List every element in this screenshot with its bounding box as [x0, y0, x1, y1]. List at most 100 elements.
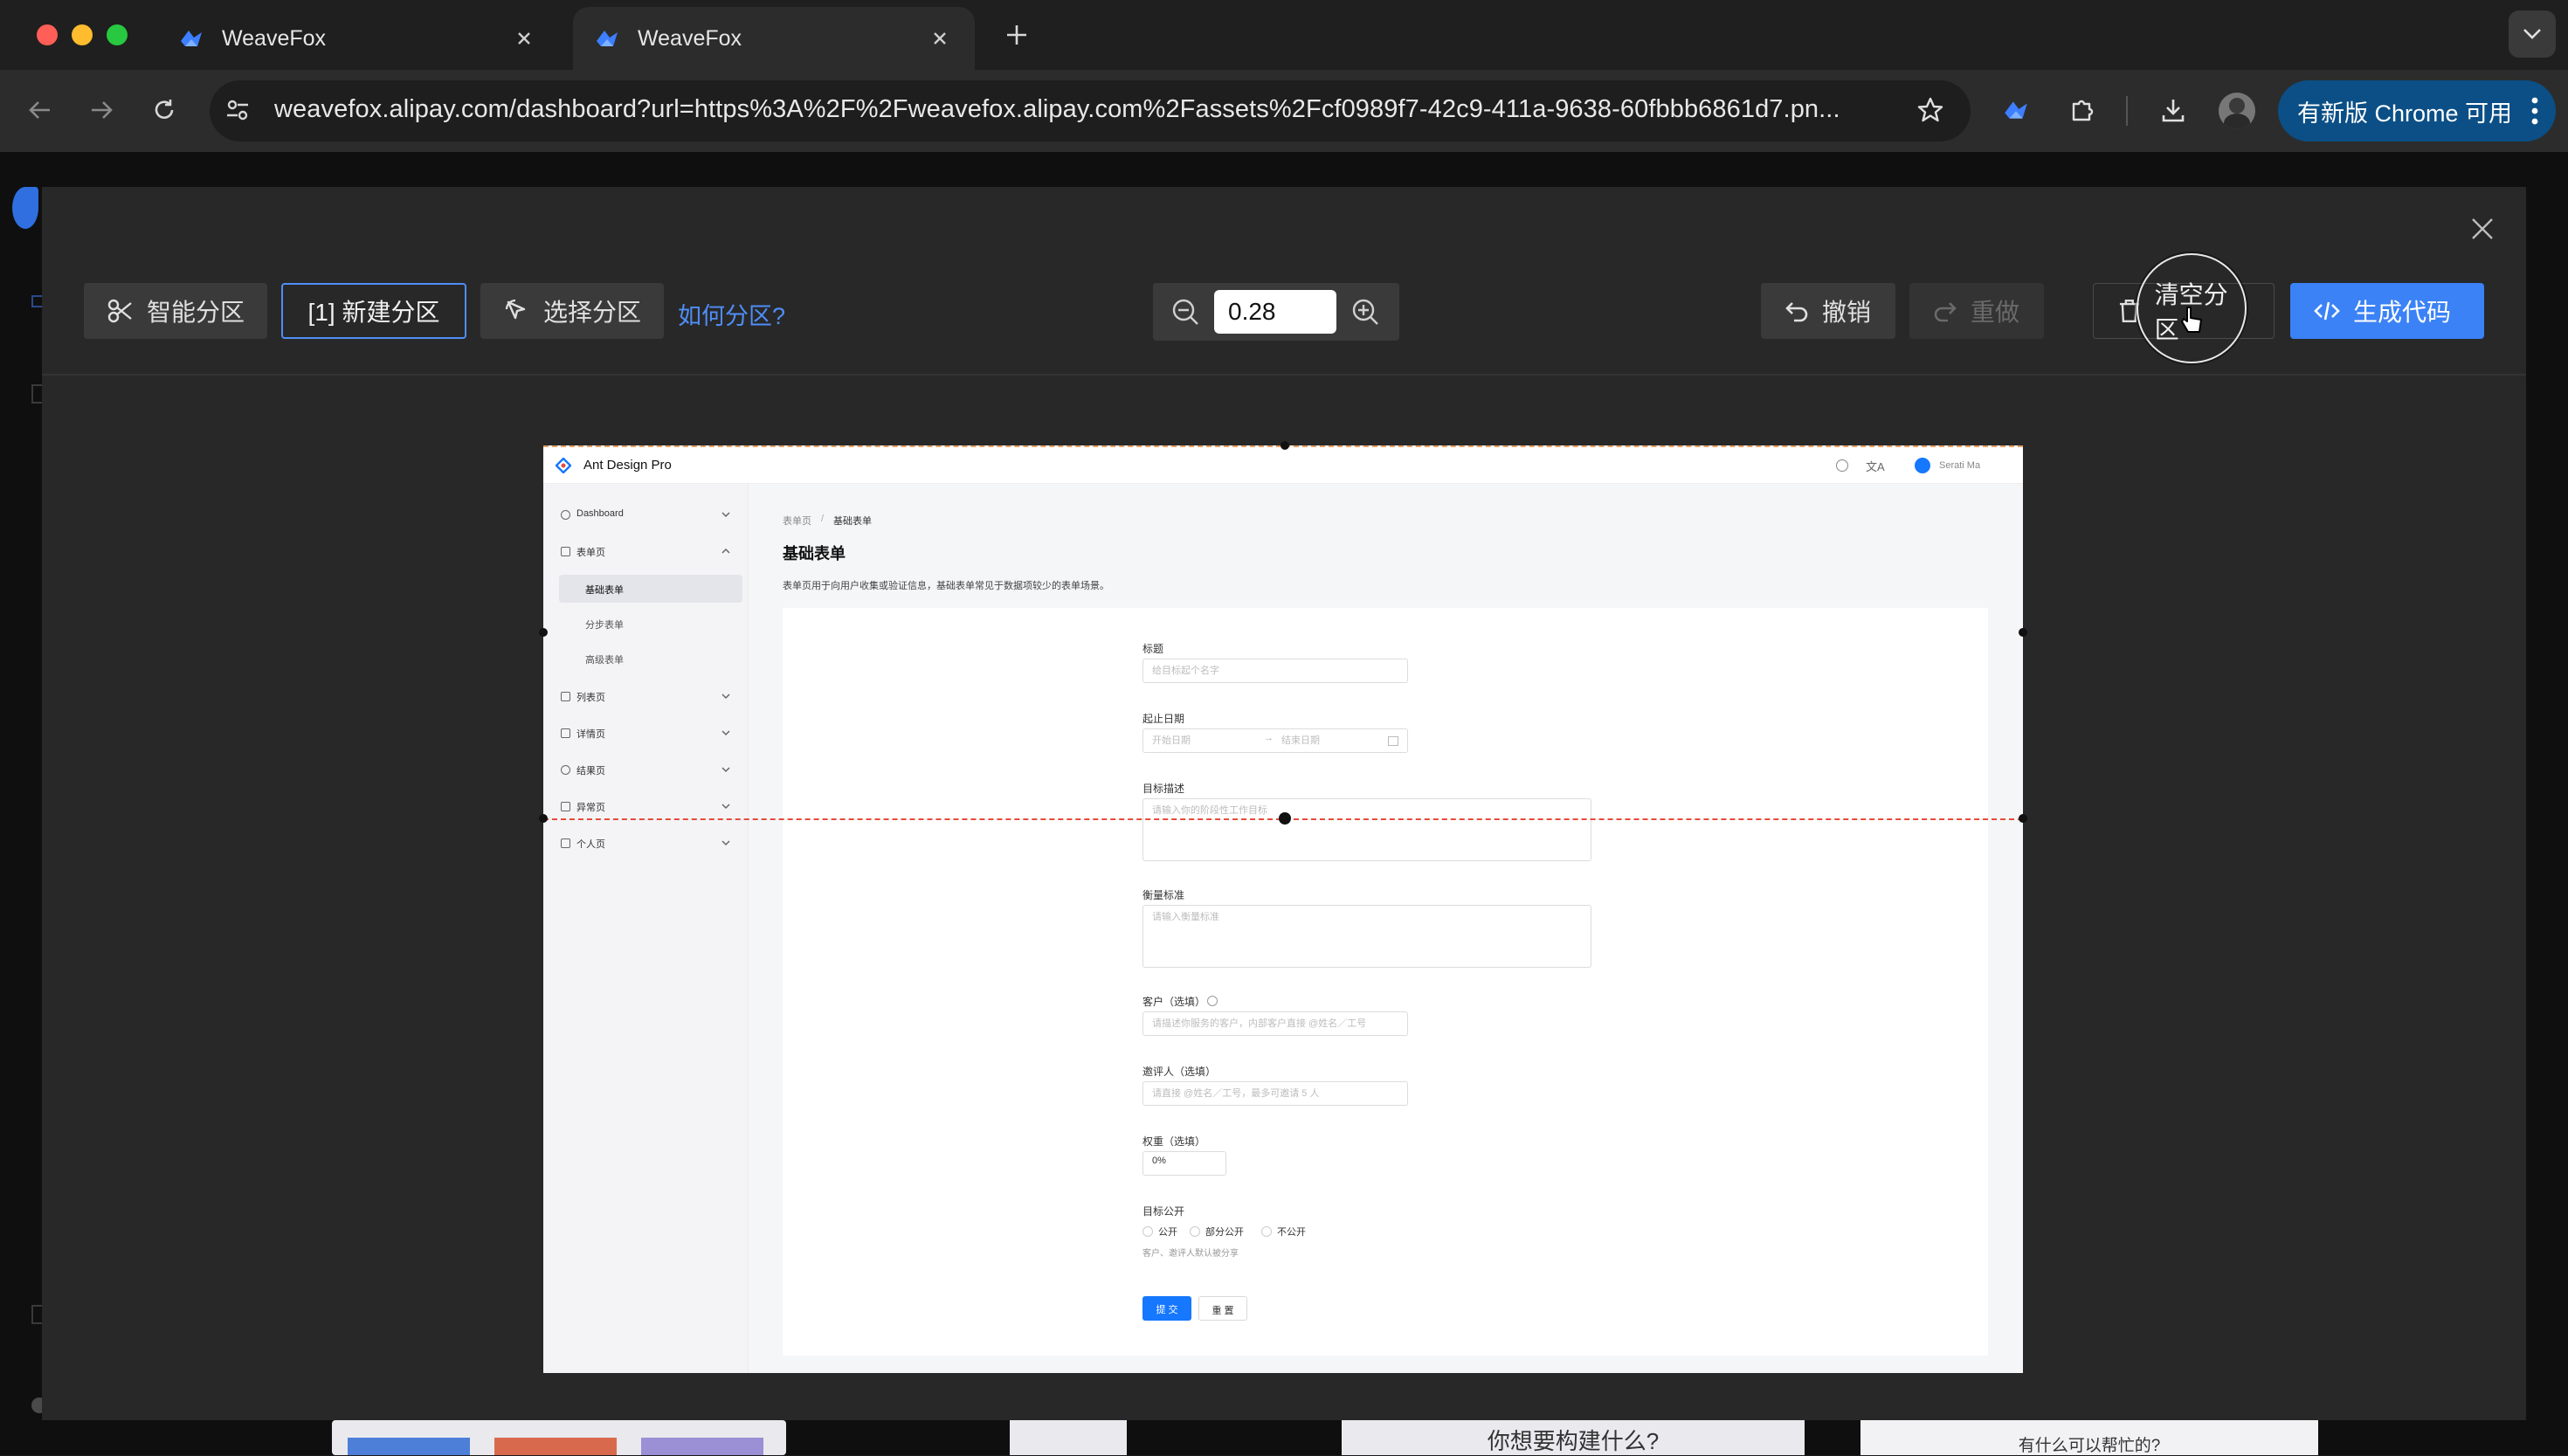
- sidebar-item-label: 结果页: [576, 766, 605, 776]
- forward-button[interactable]: [82, 91, 121, 129]
- sidebar-item[interactable]: 结果页: [559, 756, 742, 784]
- arrow-right-icon: →: [1264, 733, 1274, 743]
- weight-input[interactable]: 0%: [1142, 1151, 1226, 1176]
- generate-code-button[interactable]: 生成代码: [2290, 283, 2484, 339]
- radio-private[interactable]: [1261, 1226, 1272, 1237]
- goal-textarea[interactable]: 请输入你的阶段性工作目标: [1142, 798, 1591, 861]
- title-label: 标题: [1142, 643, 1164, 655]
- radio-partial[interactable]: [1190, 1226, 1200, 1237]
- back-button[interactable]: [21, 91, 59, 129]
- downloads-icon[interactable]: [2154, 91, 2192, 129]
- tab-title: WeaveFox: [222, 25, 327, 51]
- redo-label: 重做: [1971, 299, 2020, 326]
- screenshot-canvas[interactable]: Ant Design Pro 文A Serati Ma 表单页 / 基础表单 基…: [543, 445, 2023, 1373]
- resize-handle[interactable]: [2019, 628, 2027, 637]
- sidebar-item[interactable]: 列表页: [559, 683, 742, 711]
- new-tab-button[interactable]: [1001, 19, 1032, 51]
- weavefox-icon: [181, 31, 202, 46]
- reload-button[interactable]: [145, 91, 183, 129]
- undo-button[interactable]: 撤销: [1761, 283, 1895, 339]
- chevron-down-icon: [2523, 29, 2541, 39]
- user-avatar[interactable]: [1915, 458, 1930, 473]
- minimize-window-button[interactable]: [72, 24, 93, 45]
- select-partition-label: 选择分区: [543, 299, 642, 326]
- sidebar-item-label: 个人页: [576, 839, 605, 850]
- bookmark-button[interactable]: [1911, 91, 1950, 129]
- tab-title: WeaveFox: [638, 25, 742, 51]
- question-icon[interactable]: [1836, 459, 1848, 472]
- tab-weavefox-2[interactable]: WeaveFox: [573, 7, 975, 70]
- menu-icon: [561, 547, 570, 556]
- radio-label-public: 公开: [1158, 1227, 1177, 1238]
- sidebar-item-label: 表单页: [576, 548, 605, 558]
- chevron-down-icon: [721, 803, 730, 810]
- template-card-thumb[interactable]: [1010, 1420, 1127, 1455]
- radio-label-partial: 部分公开: [1205, 1227, 1244, 1238]
- chrome-update-button[interactable]: 有新版 Chrome 可用: [2278, 80, 2556, 141]
- sidebar-item[interactable]: 异常页: [559, 793, 742, 821]
- tab-search-button[interactable]: [2509, 10, 2556, 58]
- standard-textarea[interactable]: 请输入衡量标准: [1142, 905, 1591, 968]
- info-icon[interactable]: [1207, 996, 1218, 1006]
- tab-weavefox-1[interactable]: WeaveFox: [157, 7, 559, 70]
- date-range-picker[interactable]: 开始日期 → 结束日期: [1142, 728, 1408, 753]
- reviewer-label: 邀评人（选填）: [1142, 1066, 1217, 1078]
- user-name: Serati Ma: [1939, 460, 1981, 471]
- profile-avatar[interactable]: [2219, 93, 2255, 129]
- date-start: 开始日期: [1152, 735, 1191, 746]
- site-info-icon[interactable]: [218, 91, 257, 129]
- modal-close-button[interactable]: [2465, 211, 2500, 246]
- chevron-down-icon: [721, 511, 730, 518]
- close-icon[interactable]: [510, 24, 538, 52]
- translate-icon[interactable]: 文A: [1866, 458, 1885, 474]
- sidebar-item-label: 详情页: [576, 729, 605, 740]
- sidebar-item-label: 基础表单: [585, 585, 624, 596]
- smart-partition-label: 智能分区: [147, 299, 245, 326]
- breadcrumb-current: 基础表单: [833, 516, 872, 527]
- sidebar-item[interactable]: 基础表单: [559, 575, 742, 603]
- zoom-input[interactable]: 0.28: [1214, 290, 1336, 334]
- sidebar-item[interactable]: 个人页: [559, 830, 742, 858]
- reset-button[interactable]: 重 置: [1198, 1296, 1247, 1321]
- breadcrumb-root[interactable]: 表单页: [783, 514, 811, 528]
- zoom-out-button[interactable]: [1170, 297, 1200, 327]
- resize-handle[interactable]: [1279, 812, 1291, 825]
- zoom-in-button[interactable]: [1350, 297, 1380, 327]
- background-prompt-1: 你想要构建什么?: [1342, 1420, 1805, 1455]
- sidebar-item[interactable]: 详情页: [559, 720, 742, 748]
- how-to-partition-link[interactable]: 如何分区?: [678, 297, 785, 331]
- resize-handle[interactable]: [539, 628, 548, 637]
- sidebar-item-label: 分步表单: [585, 620, 624, 631]
- app-logo: [12, 187, 38, 229]
- public-label: 目标公开: [1142, 1205, 1185, 1218]
- reviewer-input[interactable]: 请直接 @姓名／工号，最多可邀请 5 人: [1142, 1081, 1408, 1106]
- new-partition-button[interactable]: [1] 新建分区: [281, 283, 466, 339]
- radio-public[interactable]: [1142, 1226, 1153, 1237]
- smart-partition-button[interactable]: 智能分区: [84, 283, 267, 339]
- sidebar-item[interactable]: Dashboard: [559, 501, 742, 529]
- client-input[interactable]: 请描述你服务的客户，内部客户直接 @姓名／工号: [1142, 1011, 1408, 1036]
- undo-label: 撤销: [1822, 299, 1872, 326]
- resize-handle[interactable]: [2019, 814, 2027, 823]
- submit-button[interactable]: 提 交: [1142, 1296, 1191, 1321]
- redo-button[interactable]: 重做: [1909, 283, 2044, 339]
- title-input[interactable]: 给目标起个名字: [1142, 659, 1408, 683]
- page-description: 表单页用于向用户收集或验证信息，基础表单常见于数据项较少的表单场景。: [783, 581, 1109, 591]
- sidebar-item[interactable]: 高级表单: [559, 645, 742, 673]
- resize-handle[interactable]: [1281, 441, 1289, 450]
- template-card[interactable]: [332, 1420, 786, 1455]
- select-partition-button[interactable]: 选择分区: [480, 283, 664, 339]
- background-bottom-strip: 你想要构建什么? 有什么可以帮忙的?: [0, 1420, 2568, 1455]
- extensions-puzzle-icon[interactable]: [2063, 91, 2102, 129]
- weavefox-extension-icon[interactable]: [1997, 91, 2035, 129]
- sidebar-item-label: 列表页: [576, 693, 605, 703]
- resize-handle[interactable]: [539, 814, 548, 823]
- close-window-button[interactable]: [37, 24, 58, 45]
- update-label: 有新版 Chrome 可用: [2297, 100, 2513, 127]
- toolbar-divider: [2126, 96, 2128, 126]
- sidebar-item[interactable]: 表单页: [559, 538, 742, 566]
- close-icon[interactable]: [926, 24, 954, 52]
- ant-logo-icon: [556, 458, 571, 473]
- sidebar-item[interactable]: 分步表单: [559, 610, 742, 638]
- maximize-window-button[interactable]: [107, 24, 128, 45]
